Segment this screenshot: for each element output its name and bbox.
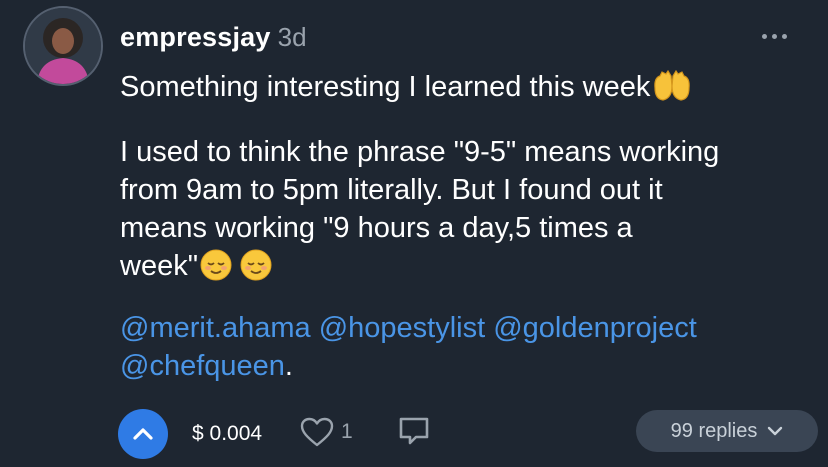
post-body: I used to think the phrase "9-5" means w… [120,133,820,291]
upvote-button[interactable] [118,409,168,459]
headline-text: Something interesting I learned this wee… [120,71,651,103]
comment-icon [399,417,429,445]
replies-label: 99 replies [670,419,758,442]
post-header: empressjay 3d [120,22,307,53]
heart-icon [300,417,334,447]
more-icon[interactable] [762,34,787,39]
avatar[interactable] [23,6,103,86]
mentions-suffix: . [284,350,293,382]
post-headline: Something interesting I learned this wee… [120,68,692,112]
mention-link[interactable]: @hopestylist [319,312,485,344]
comment-button[interactable] [397,414,431,453]
chevron-down-icon [768,426,783,436]
like-button[interactable]: 1 [299,416,353,448]
mention-link[interactable]: @goldenproject [493,312,697,344]
relieved-face-emoji [200,249,232,291]
body-line: I used to think the phrase "9-5" means w… [120,136,720,168]
tip-amount: $ 0.004 [192,422,263,445]
body-line-last: week" [120,247,820,291]
body-line: from 9am to 5pm literally. But I found o… [120,174,663,206]
relieved-face-emoji [240,249,272,291]
post-mentions: @merit.ahama @hopestylist @goldenproject… [120,309,820,385]
body-line: week" [120,250,198,282]
timestamp: 3d [277,22,307,52]
body-line: means working "9 hours a day,5 times a [120,212,633,244]
raising-hands-emoji [652,69,692,112]
like-count: 1 [341,420,353,443]
mention-link[interactable]: @chefqueen [120,350,285,382]
replies-button[interactable]: 99 replies [636,410,818,452]
username[interactable]: empressjay [120,22,271,53]
mention-link[interactable]: @merit.ahama [120,312,311,344]
upvote-icon [133,428,153,440]
